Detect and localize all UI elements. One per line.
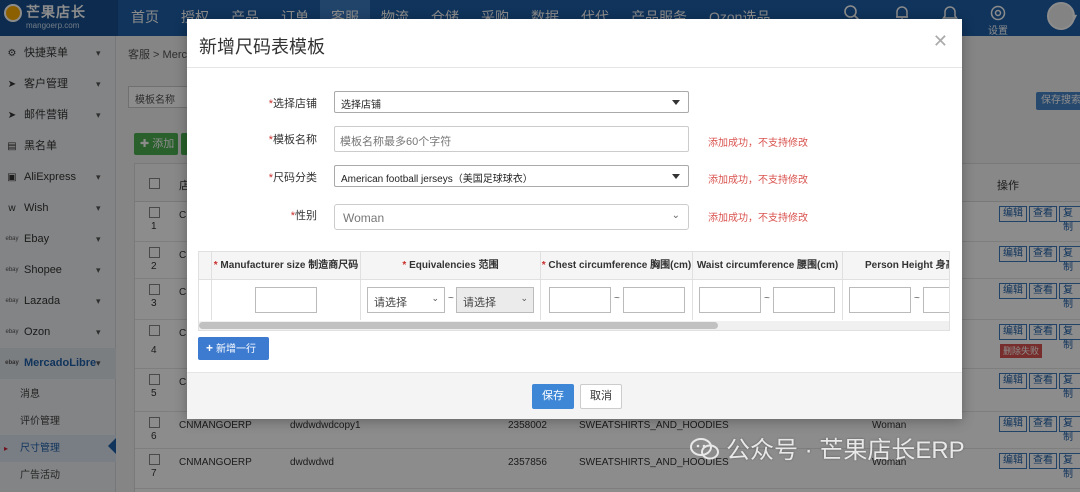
waist-max-input[interactable] (773, 287, 835, 313)
cell-chest: ~ (540, 280, 692, 320)
col-waist: Waist circumference 腰围(cm) (692, 252, 842, 280)
modal-footer: 保存 取消 (187, 372, 962, 419)
range-separator: ~ (448, 293, 454, 304)
save-button[interactable]: 保存 (532, 384, 574, 409)
range-separator: ~ (614, 293, 620, 304)
shop-select[interactable]: 选择店铺 (334, 91, 689, 113)
modal-title: 新增尺码表模板 (199, 37, 325, 57)
gender-label: *性别 (290, 210, 317, 222)
size-table-header: * Manufacturer size 制造商尺码 * Equivalencie… (199, 252, 949, 280)
height-min-input[interactable] (849, 287, 911, 313)
category-select-value: American football jerseys（美国足球球衣） (341, 174, 533, 185)
cell-height: ~ (842, 280, 949, 320)
col-height: Person Height 身高( (842, 252, 949, 280)
chevron-down-icon: ⌄ (671, 210, 680, 221)
add-row-button[interactable]: + 新增一行 (198, 337, 269, 360)
size-table: * Manufacturer size 制造商尺码 * Equivalencie… (198, 251, 950, 331)
category-select[interactable]: American football jerseys（美国足球球衣） (334, 165, 689, 187)
waist-min-input[interactable] (699, 287, 761, 313)
close-icon[interactable]: ✕ (933, 31, 948, 52)
size-template-modal: 新增尺码表模板 ✕ *选择店铺 选择店铺 *模板名称 模板名称最多60个字符 添… (187, 19, 962, 419)
cell-equivalencies: 请选择 ⌄ ~ 请选择 ⌄ (360, 280, 540, 320)
manufacturer-size-input[interactable] (255, 287, 317, 313)
chevron-down-icon: ⌄ (431, 293, 439, 303)
equivalency-to-value: 请选择 (463, 297, 496, 309)
chest-min-input[interactable] (549, 287, 611, 313)
equivalency-from-select[interactable]: 请选择 ⌄ (367, 287, 445, 313)
col-chest: * Chest circumference 胸围(cm) (540, 252, 692, 280)
template-name-label: *模板名称 (268, 134, 317, 146)
shop-label: *选择店铺 (268, 98, 317, 110)
range-separator: ~ (764, 293, 770, 304)
plus-icon: + (206, 341, 214, 355)
caret-down-icon (672, 174, 680, 179)
gender-select-value: Woman (343, 211, 385, 225)
shop-select-value: 选择店铺 (341, 100, 381, 111)
gender-note: 添加成功，不支持修改 (708, 213, 808, 224)
height-max-input[interactable] (923, 287, 949, 313)
cancel-button[interactable]: 取消 (580, 384, 622, 409)
size-table-row: 请选择 ⌄ ~ 请选择 ⌄ ~ ~ ~ (199, 280, 949, 320)
template-name-input[interactable]: 模板名称最多60个字符 (334, 126, 689, 152)
chest-max-input[interactable] (623, 287, 685, 313)
add-row-label: 新增一行 (216, 344, 257, 355)
cell-manufacturer-size (211, 280, 360, 320)
watermark: 公众号 · 芒果店长ERP (690, 430, 965, 464)
scrollbar-thumb[interactable] (199, 322, 718, 329)
wechat-icon (690, 437, 720, 461)
cell-waist: ~ (692, 280, 842, 320)
range-separator: ~ (914, 293, 920, 304)
watermark-text: 公众号 · 芒果店长ERP (726, 437, 965, 464)
category-note: 添加成功，不支持修改 (708, 175, 808, 186)
caret-down-icon (672, 100, 680, 105)
col-equivalencies: * Equivalencies 范围 (360, 252, 540, 280)
col-manufacturer-size: * Manufacturer size 制造商尺码 (211, 252, 360, 280)
equivalency-to-select[interactable]: 请选择 ⌄ (456, 287, 534, 313)
gender-select[interactable]: Woman ⌄ (334, 204, 689, 230)
category-label: *尺码分类 (268, 172, 317, 184)
template-name-note: 添加成功，不支持修改 (708, 138, 808, 149)
divider (187, 67, 962, 68)
equivalency-from-value: 请选择 (374, 297, 407, 309)
chevron-down-icon: ⌄ (520, 293, 528, 303)
